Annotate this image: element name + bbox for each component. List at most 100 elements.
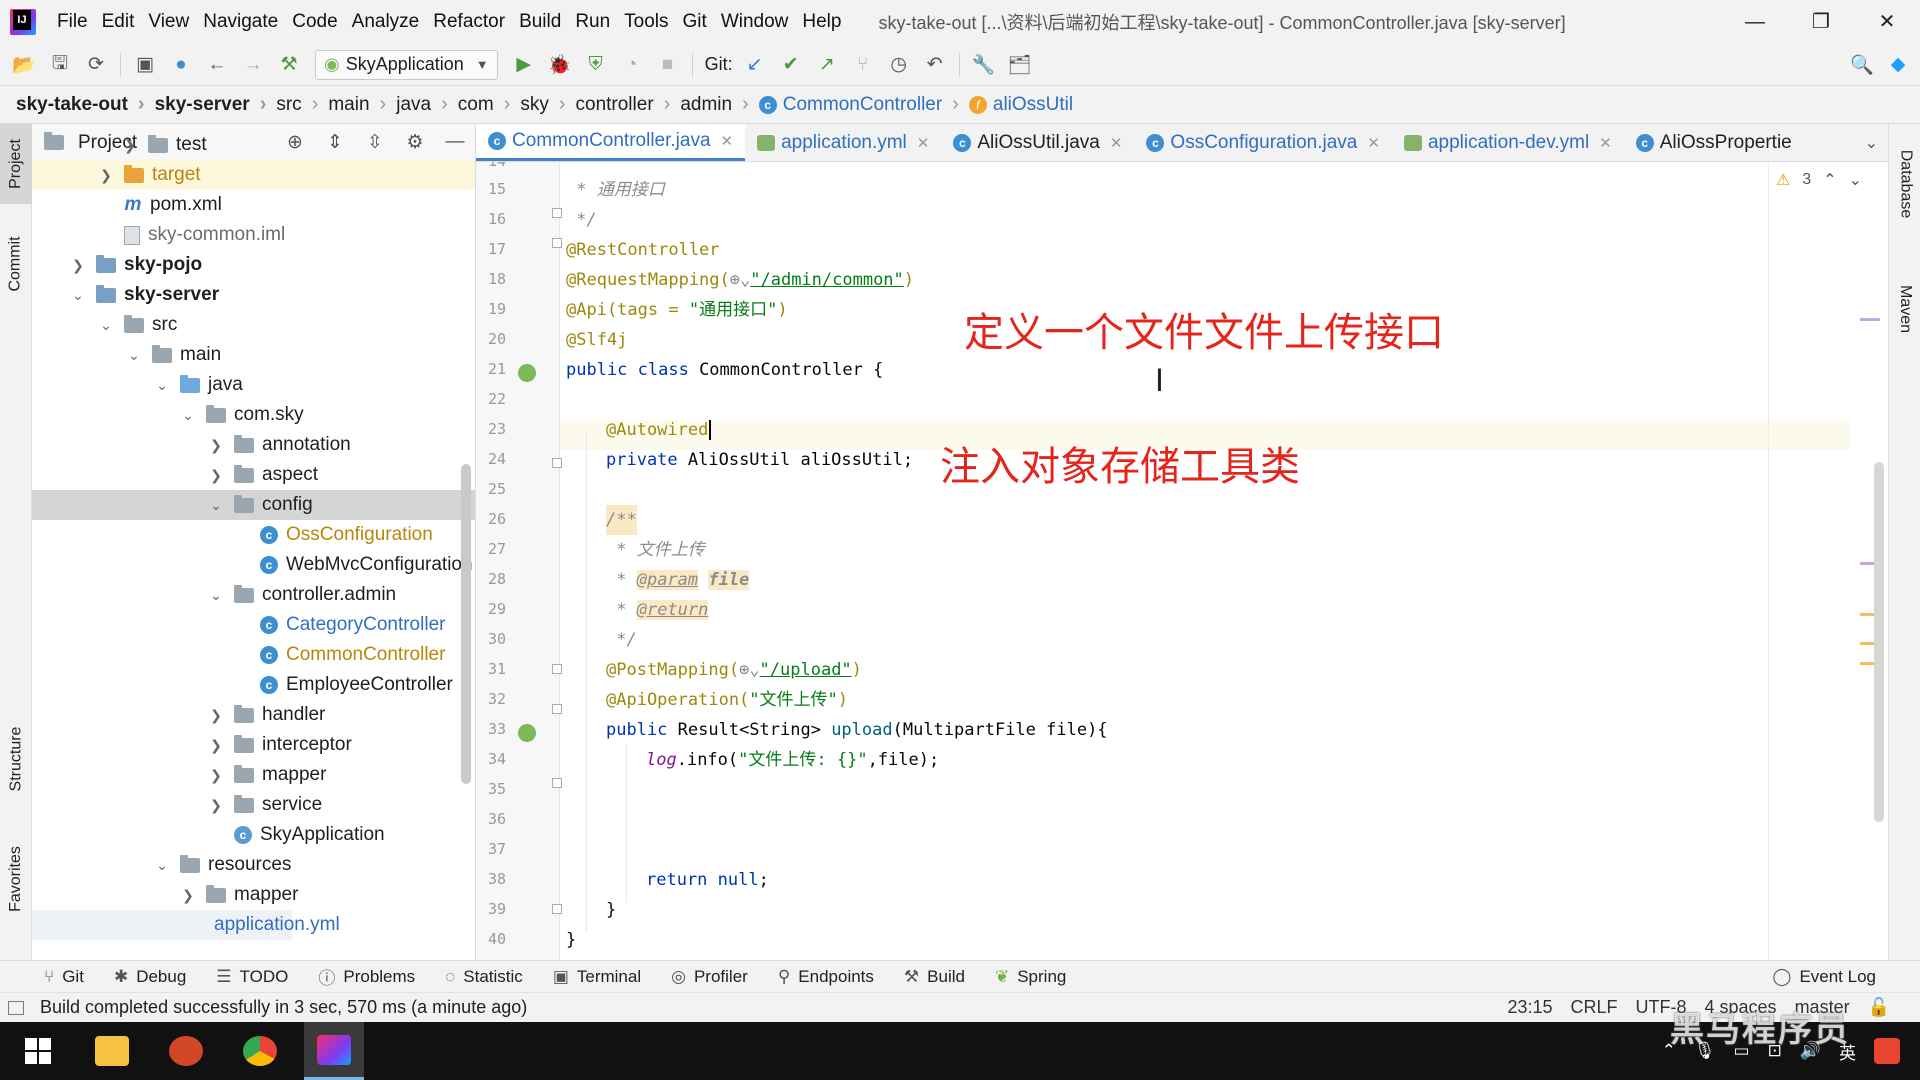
run-icon[interactable]: ▶ bbox=[510, 51, 538, 79]
close-tab-icon[interactable]: ✕ bbox=[917, 134, 930, 152]
status-message[interactable]: Build completed successfully in 3 sec, 5… bbox=[8, 997, 527, 1018]
build-hammer-icon[interactable]: ⚒ bbox=[275, 51, 303, 79]
terminal-tool-button[interactable]: ▣ Terminal bbox=[553, 967, 641, 987]
crumb-main[interactable]: main bbox=[328, 93, 396, 116]
menu-refactor[interactable]: Refactor bbox=[426, 11, 512, 33]
tree-item[interactable]: ⌄ controller.admin bbox=[32, 580, 475, 610]
menu-window[interactable]: Window bbox=[714, 11, 796, 33]
tree-item[interactable]: application.yml bbox=[32, 910, 340, 940]
menu-build[interactable]: Build bbox=[512, 11, 568, 33]
tree-item[interactable]: c OssConfiguration bbox=[32, 520, 475, 550]
tree-item[interactable]: ❯ handler bbox=[32, 700, 475, 730]
tab-application-dev-yml[interactable]: application-dev.yml ✕ bbox=[1392, 124, 1624, 161]
database-tool-tab[interactable]: Database bbox=[1889, 124, 1920, 244]
git-push-icon[interactable]: ↗ bbox=[813, 51, 841, 79]
endpoints-tool-button[interactable]: ⚲ Endpoints bbox=[778, 967, 874, 987]
crumb-src[interactable]: src bbox=[276, 93, 328, 116]
close-tab-icon[interactable]: ✕ bbox=[1110, 134, 1123, 152]
previous-highlight-icon[interactable]: ⌃ bbox=[1823, 170, 1836, 190]
commit-tool-tab[interactable]: Commit bbox=[0, 214, 32, 314]
crumb-module[interactable]: sky-server bbox=[155, 93, 277, 116]
tree-item[interactable]: sky-common.iml bbox=[32, 220, 475, 250]
git-merge-icon[interactable]: ⑂ bbox=[849, 51, 877, 79]
ide-features-icon[interactable]: ◆ bbox=[1884, 51, 1912, 79]
fold-marker-icon[interactable] bbox=[552, 778, 562, 788]
tree-item[interactable]: ❯ service bbox=[32, 790, 475, 820]
fold-marker-icon[interactable] bbox=[552, 208, 562, 218]
tree-item[interactable]: c CommonController bbox=[32, 640, 475, 670]
menu-analyze[interactable]: Analyze bbox=[345, 11, 427, 33]
code-editor[interactable]: 14 15 16 17 18 19 20 21 22 23 24 25 26 2… bbox=[476, 162, 1888, 960]
menu-file[interactable]: File bbox=[50, 11, 95, 33]
tree-item[interactable]: c CategoryController bbox=[32, 610, 475, 640]
menu-code[interactable]: Code bbox=[285, 11, 344, 33]
problems-tool-button[interactable]: ⓘ Problems bbox=[318, 964, 415, 989]
tab-alioss-util[interactable]: c AliOssUtil.java ✕ bbox=[941, 124, 1134, 161]
tree-item[interactable]: ❯ test bbox=[32, 130, 475, 160]
debug-tool-button[interactable]: ✱ Debug bbox=[114, 967, 186, 987]
git-update-icon[interactable]: ↙ bbox=[741, 51, 769, 79]
crumb-admin[interactable]: admin bbox=[680, 93, 758, 116]
fold-marker-icon[interactable] bbox=[552, 458, 562, 468]
tree-item[interactable]: ❯ aspect bbox=[32, 460, 475, 490]
tree-item[interactable]: ⌄ src bbox=[32, 310, 475, 340]
tabs-overflow-icon[interactable]: ⌄ bbox=[1855, 124, 1888, 161]
forward-icon[interactable]: → bbox=[239, 51, 267, 79]
tree-item[interactable]: ❯ sky-pojo bbox=[32, 250, 475, 280]
start-button[interactable] bbox=[8, 1022, 68, 1080]
spring-tool-button[interactable]: ❦ Spring bbox=[995, 967, 1066, 987]
profiler-tool-button[interactable]: ◎ Profiler bbox=[671, 967, 748, 987]
git-tool-button[interactable]: ⑂ Git bbox=[44, 967, 84, 987]
git-commit-icon[interactable]: ✔ bbox=[777, 51, 805, 79]
menu-view[interactable]: View bbox=[141, 11, 196, 33]
stop-icon[interactable]: ■ bbox=[654, 51, 682, 79]
tree-item[interactable]: ❯ mapper bbox=[32, 880, 475, 910]
fold-marker-icon[interactable] bbox=[552, 704, 562, 714]
favorites-tool-tab[interactable]: Favorites bbox=[0, 824, 32, 934]
crumb-java[interactable]: java bbox=[396, 93, 458, 116]
event-log-button[interactable]: ◯ Event Log bbox=[1772, 967, 1876, 987]
tree-item-selected[interactable]: ⌄ config bbox=[32, 490, 475, 520]
close-tab-icon[interactable]: ✕ bbox=[1367, 134, 1380, 152]
tree-item[interactable]: ⌄ sky-server bbox=[32, 280, 475, 310]
fold-marker-icon[interactable] bbox=[552, 664, 562, 674]
profile-icon[interactable]: ◔ bbox=[618, 51, 646, 79]
save-all-icon[interactable]: 🖫 bbox=[46, 51, 74, 79]
spring-bean-gutter-icon[interactable] bbox=[518, 364, 536, 382]
crumb-project[interactable]: sky-take-out bbox=[16, 93, 155, 116]
tree-item[interactable]: ❯ target bbox=[32, 160, 475, 190]
tree-item[interactable]: ⌄ resources bbox=[32, 850, 475, 880]
crumb-sky[interactable]: sky bbox=[520, 93, 575, 116]
tab-common-controller[interactable]: c CommonController.java ✕ bbox=[476, 124, 746, 161]
taskbar-chrome[interactable] bbox=[230, 1022, 290, 1080]
debug-icon[interactable]: 🐞 bbox=[546, 51, 574, 79]
line-separator[interactable]: CRLF bbox=[1571, 997, 1618, 1018]
menu-git[interactable]: Git bbox=[676, 11, 714, 33]
close-icon[interactable]: ✕ bbox=[1854, 0, 1920, 44]
tab-application-yml[interactable]: application.yml ✕ bbox=[745, 124, 941, 161]
menu-tools[interactable]: Tools bbox=[617, 11, 675, 33]
todo-tool-button[interactable]: ☰ TODO bbox=[216, 967, 288, 987]
tree-item[interactable]: m pom.xml bbox=[32, 190, 475, 220]
coverage-icon[interactable]: ⛨ bbox=[582, 51, 610, 79]
open-folder-icon[interactable]: 📂 bbox=[10, 51, 38, 79]
web-endpoint-icon[interactable]: ⊕⌄ bbox=[730, 270, 750, 290]
tree-item[interactable]: ❯ annotation bbox=[32, 430, 475, 460]
tree-item[interactable]: ⌄ com.sky bbox=[32, 400, 475, 430]
app-tray-icon[interactable] bbox=[1874, 1038, 1900, 1064]
run-configuration-select[interactable]: ◉ SkyApplication ▼ bbox=[315, 49, 498, 80]
maven-tool-tab[interactable]: Maven bbox=[1889, 254, 1920, 364]
tree-item[interactable]: ⌄ main bbox=[32, 340, 475, 370]
settings-wrench-icon[interactable]: 🔧 bbox=[970, 51, 998, 79]
crumb-field[interactable]: f aliOssUtil bbox=[968, 94, 1073, 116]
inspection-widget[interactable]: ⚠ 3 ⌃ ⌄ bbox=[1776, 170, 1862, 190]
build-tool-button[interactable]: ⚒ Build bbox=[904, 967, 965, 987]
tree-item[interactable]: c EmployeeController bbox=[32, 670, 475, 700]
search-icon[interactable]: 🔍 bbox=[1848, 51, 1876, 79]
close-tab-icon[interactable]: ✕ bbox=[1599, 134, 1612, 152]
tree-item[interactable]: c WebMvcConfiguration bbox=[32, 550, 475, 580]
fold-marker-icon[interactable] bbox=[552, 904, 562, 914]
lock-icon[interactable]: 🔓 bbox=[1868, 997, 1890, 1018]
web-endpoint-icon[interactable]: ⊕⌄ bbox=[739, 660, 759, 680]
minimize-icon[interactable]: — bbox=[1722, 0, 1788, 44]
